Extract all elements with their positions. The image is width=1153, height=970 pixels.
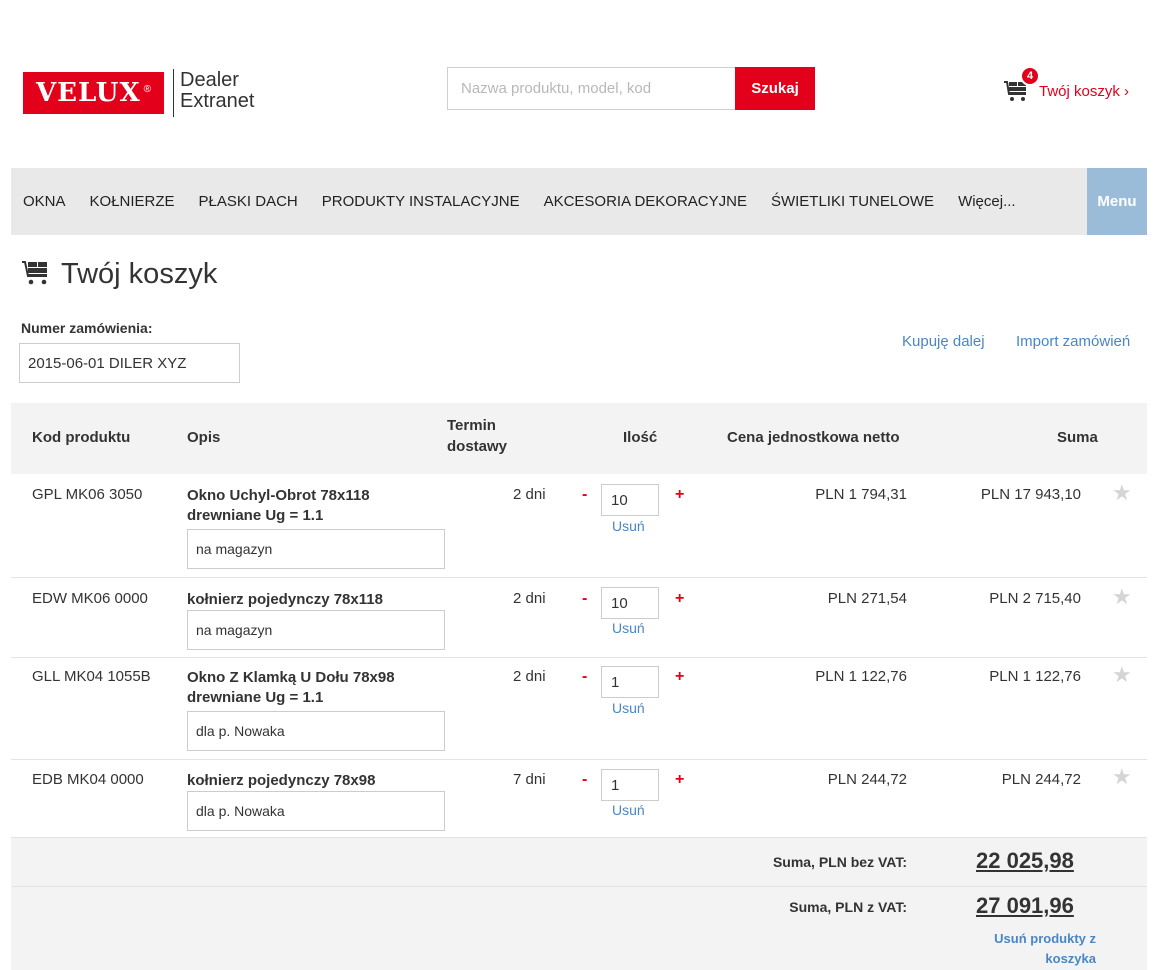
nav-item-akcesoria-dekoracyjne[interactable]: AKCESORIA DEKORACYJNE — [532, 168, 759, 235]
product-description: Okno Z Klamką U Dołu 78x98 drewniane Ug … — [187, 668, 427, 708]
header-sum: Suma — [1057, 429, 1098, 446]
import-orders-link[interactable]: Import zamówień — [1016, 333, 1130, 350]
quantity-input[interactable] — [601, 484, 659, 516]
unit-price: PLN 1 122,76 — [815, 668, 907, 685]
product-note-field[interactable]: na magazyn — [187, 529, 445, 569]
favorite-star-icon[interactable]: ★ — [1112, 662, 1132, 688]
unit-price: PLN 244,72 — [827, 771, 907, 788]
cart-icon: 4 — [1003, 66, 1040, 102]
quantity-input[interactable] — [601, 769, 659, 801]
cart-label: Twój koszyk › — [1039, 82, 1130, 100]
delivery-time: 7 dni — [513, 771, 546, 788]
search-button[interactable]: Szukaj — [735, 67, 815, 110]
remove-item-link[interactable]: Usuń — [612, 802, 645, 818]
gross-total-label: Suma, PLN z VAT: — [789, 899, 907, 915]
row-sum: PLN 244,72 — [1001, 771, 1081, 788]
cart-count-badge: 4 — [1020, 66, 1040, 86]
cart-icon — [21, 259, 51, 290]
remove-all-products-link[interactable]: Usuń produkty z koszyka — [971, 929, 1096, 969]
table-header: Kod produktu Opis Termin dostawy Ilość C… — [11, 403, 1147, 474]
product-description: kołnierz pojedynczy 78x98 — [187, 771, 427, 791]
table-row: EDW MK06 0000 kołnierz pojedynczy 78x118… — [11, 578, 1147, 658]
unit-price: PLN 271,54 — [827, 590, 907, 607]
search-input[interactable] — [447, 67, 735, 110]
remove-item-link[interactable]: Usuń — [612, 700, 645, 716]
gross-total-row: Suma, PLN z VAT: 27 091,96 Usuń produkty… — [11, 887, 1147, 970]
header-delivery: Termin dostawy — [447, 415, 507, 457]
dealer-extranet-label: Dealer Extranet — [180, 70, 254, 112]
favorite-star-icon[interactable]: ★ — [1112, 584, 1132, 610]
product-code: EDB MK04 0000 — [32, 771, 144, 788]
product-name-line1: kołnierz pojedynczy 78x118 — [187, 591, 383, 608]
table-row: EDB MK04 0000 kołnierz pojedynczy 78x98 … — [11, 760, 1147, 838]
row-sum: PLN 2 715,40 — [989, 590, 1081, 607]
product-name-line1: kołnierz pojedynczy 78x98 — [187, 772, 376, 789]
product-name-line2: drewniane Ug = 1.1 — [187, 507, 324, 524]
nav-item-swietliki-tunelowe[interactable]: ŚWIETLIKI TUNELOWE — [759, 168, 946, 235]
header-delivery-line2: dostawy — [447, 438, 508, 455]
quantity-increase-button[interactable]: + — [675, 771, 684, 789]
favorite-star-icon[interactable]: ★ — [1112, 480, 1132, 506]
product-code: EDW MK06 0000 — [32, 590, 148, 607]
page-title-text: Twój koszyk — [61, 258, 218, 290]
menu-button[interactable]: Menu — [1087, 168, 1147, 235]
nav-item-produkty-instalacyjne[interactable]: PRODUKTY INSTALACYJNE — [310, 168, 532, 235]
net-total-value: 22 025,98 — [976, 848, 1074, 873]
header-unit-price: Cena jednostkowa netto — [727, 429, 900, 446]
product-name-line1: Okno Z Klamką U Dołu 78x98 — [187, 669, 395, 686]
delivery-time: 2 dni — [513, 668, 546, 685]
delivery-time: 2 dni — [513, 590, 546, 607]
header-product-code: Kod produktu — [32, 429, 131, 446]
delivery-time: 2 dni — [513, 486, 546, 503]
dealer-line-1: Dealer — [180, 69, 239, 91]
gross-total-value: 27 091,96 — [976, 893, 1074, 918]
main-nav: OKNA KOŁNIERZE PŁASKI DACH PRODUKTY INST… — [11, 168, 1147, 235]
nav-item-wiecej[interactable]: Więcej... — [946, 168, 1028, 235]
quantity-increase-button[interactable]: + — [675, 590, 684, 608]
product-name-line2: drewniane Ug = 1.1 — [187, 689, 324, 706]
cart-link[interactable]: 4 Twój koszyk › — [1003, 66, 1130, 102]
favorite-star-icon[interactable]: ★ — [1112, 764, 1132, 790]
order-number-label: Numer zamówienia: — [21, 320, 153, 336]
product-note-field[interactable]: dla p. Nowaka — [187, 791, 445, 831]
product-code: GLL MK04 1055B — [32, 668, 151, 685]
quantity-decrease-button[interactable]: - — [582, 590, 587, 608]
logo-divider — [173, 69, 174, 117]
remove-item-link[interactable]: Usuń — [612, 620, 645, 636]
velux-logo[interactable]: VELUX ® — [23, 72, 164, 114]
dealer-line-2: Extranet — [180, 90, 255, 112]
product-description: Okno Uchyl-Obrot 78x118 drewniane Ug = 1… — [187, 486, 427, 526]
header-delivery-line1: Termin — [447, 417, 496, 434]
table-row: GPL MK06 3050 Okno Uchyl-Obrot 78x118 dr… — [11, 474, 1147, 578]
nav-item-kolnierze[interactable]: KOŁNIERZE — [78, 168, 187, 235]
product-description: kołnierz pojedynczy 78x118 — [187, 590, 427, 610]
page-title: Twój koszyk — [21, 258, 217, 291]
nav-item-plaski-dach[interactable]: PŁASKI DACH — [187, 168, 310, 235]
nav-item-okna[interactable]: OKNA — [11, 168, 78, 235]
net-total-row: Suma, PLN bez VAT: 22 025,98 — [11, 838, 1147, 887]
order-number-field[interactable] — [19, 343, 240, 383]
row-sum: PLN 1 122,76 — [989, 668, 1081, 685]
product-code: GPL MK06 3050 — [32, 486, 143, 503]
unit-price: PLN 1 794,31 — [815, 486, 907, 503]
header-quantity: Ilość — [623, 429, 658, 446]
row-sum: PLN 17 943,10 — [980, 486, 1081, 503]
quantity-input[interactable] — [601, 587, 659, 619]
quantity-decrease-button[interactable]: - — [582, 668, 587, 686]
quantity-input[interactable] — [601, 666, 659, 698]
product-note-field[interactable]: dla p. Nowaka — [187, 711, 445, 751]
table-row: GLL MK04 1055B Okno Z Klamką U Dołu 78x9… — [11, 658, 1147, 760]
logo-registered-mark: ® — [143, 83, 152, 95]
logo-text: VELUX — [35, 78, 141, 108]
product-name-line1: Okno Uchyl-Obrot 78x118 — [187, 487, 370, 504]
net-total-label: Suma, PLN bez VAT: — [772, 854, 907, 870]
quantity-decrease-button[interactable]: - — [582, 771, 587, 789]
remove-item-link[interactable]: Usuń — [612, 518, 645, 534]
header-description: Opis — [187, 429, 221, 446]
quantity-decrease-button[interactable]: - — [582, 486, 587, 504]
quantity-increase-button[interactable]: + — [675, 668, 684, 686]
quantity-increase-button[interactable]: + — [675, 486, 684, 504]
product-note-field[interactable]: na magazyn — [187, 610, 445, 650]
continue-shopping-link[interactable]: Kupuję dalej — [902, 333, 985, 350]
